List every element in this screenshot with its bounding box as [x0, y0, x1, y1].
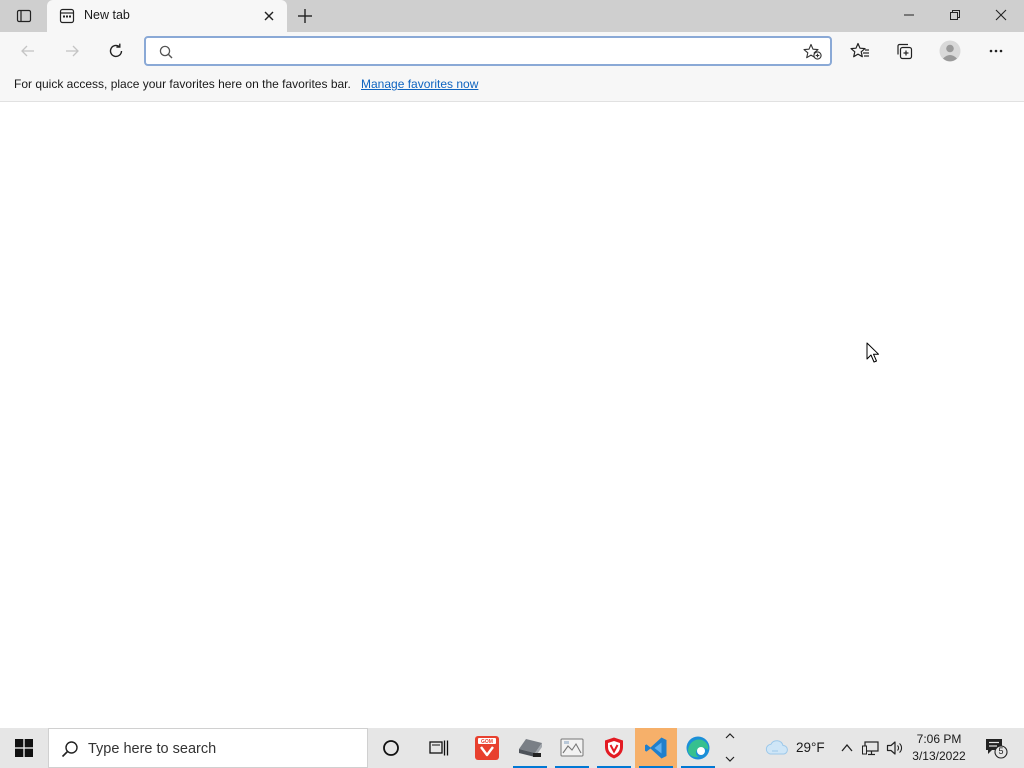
- address-input[interactable]: [180, 41, 790, 61]
- minimize-icon: [904, 14, 914, 16]
- system-clock[interactable]: 7:06 PM 3/13/2022: [906, 728, 972, 768]
- clock-time: 7:06 PM: [916, 732, 962, 746]
- favorites-button[interactable]: [844, 35, 876, 67]
- task-view-button[interactable]: [418, 728, 460, 768]
- refresh-button[interactable]: [100, 35, 132, 67]
- clock-date: 3/13/2022: [912, 749, 966, 763]
- network-button[interactable]: [860, 728, 882, 768]
- gom-app[interactable]: GOM: [466, 728, 508, 768]
- back-arrow-icon: [21, 45, 34, 57]
- forward-button[interactable]: [56, 35, 88, 67]
- taskbar-scroll-arrows[interactable]: [722, 728, 738, 768]
- restore-button[interactable]: [932, 0, 978, 30]
- vpn-shield-icon: [605, 737, 623, 759]
- tab-title: New tab: [84, 8, 130, 22]
- vpn-app[interactable]: [593, 728, 635, 768]
- profile-button[interactable]: [934, 35, 966, 67]
- tab-new-tab[interactable]: New tab: [47, 0, 287, 32]
- notification-count: 5: [998, 746, 1004, 756]
- collections-icon: [897, 43, 913, 60]
- network-icon: [862, 741, 879, 756]
- notification-icon: 5: [984, 737, 1008, 759]
- mouse-cursor-icon: [866, 342, 880, 364]
- more-options-icon: [989, 49, 1003, 53]
- navigation-toolbar: [0, 32, 1024, 70]
- avatar-icon: [939, 40, 961, 62]
- svg-text:GOM: GOM: [481, 739, 493, 745]
- minimize-button[interactable]: [886, 0, 932, 30]
- new-tab-button[interactable]: [293, 4, 317, 28]
- weather-temperature: 29°F: [796, 740, 825, 755]
- drive-app[interactable]: [509, 728, 551, 768]
- cortana-button[interactable]: [370, 728, 412, 768]
- settings-menu-button[interactable]: [980, 35, 1012, 67]
- image-viewer-icon: [560, 738, 584, 757]
- search-placeholder: Type here to search: [88, 741, 217, 757]
- close-window-button[interactable]: [978, 0, 1024, 30]
- favorites-bar-message: For quick access, place your favorites h…: [14, 77, 351, 91]
- plus-icon: [298, 9, 312, 23]
- windows-logo-icon: [15, 739, 33, 757]
- search-icon: [61, 740, 79, 758]
- close-tab-button[interactable]: [261, 8, 277, 24]
- tab-actions-button[interactable]: [8, 4, 40, 28]
- vscode-app[interactable]: [635, 728, 677, 768]
- address-bar[interactable]: [144, 36, 832, 66]
- weather-cloud-icon: [764, 738, 790, 758]
- taskbar-search-box[interactable]: Type here to search: [48, 728, 368, 768]
- vscode-icon: [645, 737, 667, 759]
- page-content[interactable]: [0, 103, 1024, 728]
- forward-arrow-icon: [66, 45, 79, 57]
- show-hidden-icons-button[interactable]: [838, 728, 856, 768]
- weather-widget[interactable]: 29°F: [760, 728, 832, 768]
- edge-icon: [686, 736, 710, 760]
- action-center-button[interactable]: 5: [976, 728, 1016, 768]
- favorites-bar: For quick access, place your favorites h…: [0, 70, 1024, 102]
- cortana-icon: [383, 740, 399, 756]
- title-bar: New tab: [0, 0, 1024, 32]
- new-tab-favicon-icon: [59, 8, 75, 24]
- image-viewer-app[interactable]: [551, 728, 593, 768]
- search-icon: [158, 44, 174, 60]
- add-favorite-button[interactable]: [802, 42, 824, 62]
- close-icon: [264, 11, 274, 21]
- gom-icon: GOM: [475, 736, 499, 760]
- start-button[interactable]: [0, 728, 48, 768]
- refresh-icon: [109, 43, 123, 58]
- manage-favorites-link[interactable]: Manage favorites now: [361, 77, 478, 91]
- back-button[interactable]: [12, 35, 44, 67]
- tab-actions-icon: [16, 9, 32, 23]
- drive-app-icon: [519, 739, 542, 757]
- volume-button[interactable]: [884, 728, 906, 768]
- restore-icon: [950, 10, 960, 20]
- edge-app[interactable]: [677, 728, 719, 768]
- speaker-icon: [886, 741, 902, 755]
- chevron-up-down-icon: [725, 733, 735, 762]
- add-favorite-star-icon: [803, 43, 822, 60]
- task-view-icon: [429, 740, 449, 756]
- close-icon: [995, 9, 1007, 21]
- collections-button[interactable]: [888, 35, 920, 67]
- taskbar: Type here to search GOM 29°F 7:06 PM 3/1…: [0, 728, 1024, 768]
- favorites-star-icon: [850, 42, 869, 58]
- chevron-up-icon: [841, 743, 853, 752]
